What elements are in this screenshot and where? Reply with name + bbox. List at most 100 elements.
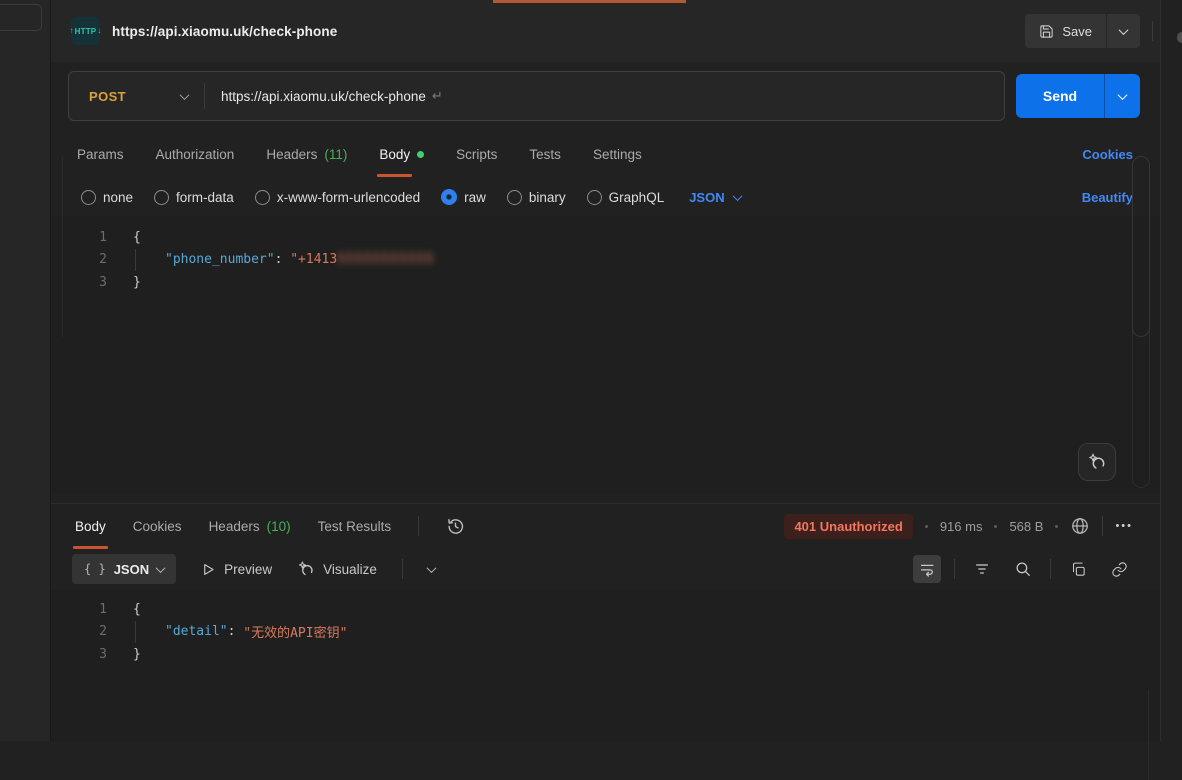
code-brace: } — [133, 647, 141, 662]
response-tab-test-results[interactable]: Test Results — [318, 519, 392, 534]
mode-label: none — [103, 190, 133, 205]
tab-label: Headers — [209, 519, 260, 534]
tab-scripts[interactable]: Scripts — [456, 147, 497, 162]
code-line: 3 } — [51, 271, 1160, 294]
visualize-label: Visualize — [323, 562, 377, 577]
response-size[interactable]: 568 B — [1009, 519, 1043, 534]
tab-settings[interactable]: Settings — [593, 147, 642, 162]
code-line: 1 { — [51, 226, 1160, 249]
line-number: 2 — [51, 252, 107, 267]
editor-scrollbar-thumb[interactable] — [1132, 156, 1150, 337]
response-view-options[interactable] — [428, 560, 435, 578]
response-history-button[interactable] — [446, 517, 465, 536]
redacted-phone-number: 55555555555 — [337, 252, 434, 267]
divider — [1102, 516, 1103, 536]
cookies-link[interactable]: Cookies — [1082, 147, 1133, 162]
tab-params[interactable]: Params — [77, 147, 124, 162]
divider — [402, 559, 403, 579]
code-line: 2 "phone_number" : "+1413 55555555555 — [51, 249, 1160, 272]
link-button[interactable] — [1105, 555, 1133, 583]
tab-label: Scripts — [456, 147, 497, 162]
tab-label: Body — [75, 519, 106, 534]
mode-label: x-www-form-urlencoded — [277, 190, 420, 205]
json-colon: : — [228, 624, 244, 639]
line-number: 1 — [51, 230, 107, 245]
json-colon: : — [275, 252, 291, 267]
wrap-text-button[interactable] — [913, 555, 941, 583]
code-line: 1 { — [51, 598, 1160, 621]
response-time[interactable]: 916 ms — [940, 519, 983, 534]
tab-tests[interactable]: Tests — [529, 147, 561, 162]
headers-count: (10) — [267, 519, 291, 534]
preview-button[interactable]: Preview — [201, 562, 272, 577]
response-panel: Body Cookies Headers (10) Test Results 4… — [51, 503, 1160, 741]
code-brace: { — [133, 602, 141, 617]
request-body-editor[interactable]: 1 { 2 "phone_number" : "+1413 5555555555… — [51, 216, 1160, 493]
radio-icon — [255, 190, 270, 205]
http-request-icon: ↑ HTTP ↓ — [71, 17, 100, 45]
right-rail — [1160, 0, 1182, 741]
request-title: https://api.xiaomu.uk/check-phone — [112, 0, 337, 62]
response-action-icons — [913, 555, 1133, 583]
mode-graphql[interactable]: GraphQL — [587, 190, 665, 205]
mode-none[interactable]: none — [81, 190, 133, 205]
save-options-button[interactable] — [1106, 14, 1140, 48]
response-tab-cookies[interactable]: Cookies — [133, 519, 182, 534]
tab-headers[interactable]: Headers (11) — [266, 147, 347, 162]
json-key: "detail" — [165, 624, 228, 639]
beautify-link[interactable]: Beautify — [1082, 190, 1133, 205]
divider — [1050, 559, 1051, 579]
body-mode-row: none form-data x-www-form-urlencoded raw… — [51, 178, 1160, 216]
code-line: 3 } — [51, 643, 1160, 666]
left-sidebar — [0, 0, 51, 741]
floppy-disk-icon — [1039, 24, 1054, 39]
tab-label: Settings — [593, 147, 642, 162]
http-badge-label: HTTP — [75, 27, 97, 36]
chevron-down-icon — [180, 90, 190, 100]
status-badge[interactable]: 401 Unauthorized — [784, 514, 912, 539]
divider — [418, 516, 419, 536]
response-tab-headers[interactable]: Headers (10) — [209, 519, 291, 534]
tab-authorization[interactable]: Authorization — [156, 147, 235, 162]
mode-raw[interactable]: raw — [441, 189, 486, 205]
postbot-button[interactable] — [1078, 443, 1116, 481]
visualize-button[interactable]: Visualize — [297, 560, 377, 578]
search-button[interactable] — [1009, 555, 1037, 583]
send-button[interactable]: Send — [1016, 74, 1104, 118]
header-divider — [1152, 21, 1153, 41]
dot-separator — [994, 525, 997, 528]
body-has-content-dot — [417, 151, 424, 158]
radio-icon — [154, 190, 169, 205]
main-panel: ↑ HTTP ↓ https://api.xiaomu.uk/check-pho… — [51, 0, 1160, 741]
send-options-button[interactable] — [1104, 74, 1140, 118]
method-chevron[interactable] — [181, 87, 188, 105]
request-url-input[interactable]: https://api.xiaomu.uk/check-phone — [221, 89, 426, 104]
filter-button[interactable] — [968, 555, 996, 583]
mode-x-www-form-urlencoded[interactable]: x-www-form-urlencoded — [255, 190, 420, 205]
mode-label: binary — [529, 190, 566, 205]
network-info-button[interactable] — [1070, 516, 1090, 536]
response-format-selector[interactable]: { } JSON — [72, 554, 176, 584]
method-selector[interactable]: POST — [69, 89, 181, 104]
sidebar-collapsed-button[interactable] — [0, 4, 42, 31]
mode-binary[interactable]: binary — [507, 190, 566, 205]
active-request-tab-indicator — [493, 0, 686, 3]
link-chain-icon — [1111, 561, 1128, 578]
tab-body[interactable]: Body — [379, 147, 424, 162]
headers-count: (11) — [324, 147, 347, 162]
more-options-button[interactable]: ••• — [1115, 520, 1133, 532]
mode-form-data[interactable]: form-data — [154, 190, 234, 205]
response-scrollbar[interactable] — [1148, 690, 1149, 780]
raw-format-selector[interactable]: JSON — [689, 190, 740, 205]
right-rail-icon-fragment[interactable] — [1177, 32, 1182, 43]
tab-label: Test Results — [318, 519, 392, 534]
line-number: 3 — [51, 275, 107, 290]
response-body-viewer[interactable]: 1 { 2 "detail" : "无效的API密钥" 3 } — [51, 590, 1160, 742]
radio-selected-icon — [441, 189, 457, 205]
request-url-box: POST https://api.xiaomu.uk/check-phone ↵ — [68, 71, 1005, 121]
line-number: 2 — [51, 624, 107, 639]
response-tab-body[interactable]: Body — [75, 519, 106, 534]
copy-button[interactable] — [1064, 555, 1092, 583]
save-button[interactable]: Save — [1025, 14, 1106, 48]
code-line: 2 "detail" : "无效的API密钥" — [51, 621, 1160, 644]
